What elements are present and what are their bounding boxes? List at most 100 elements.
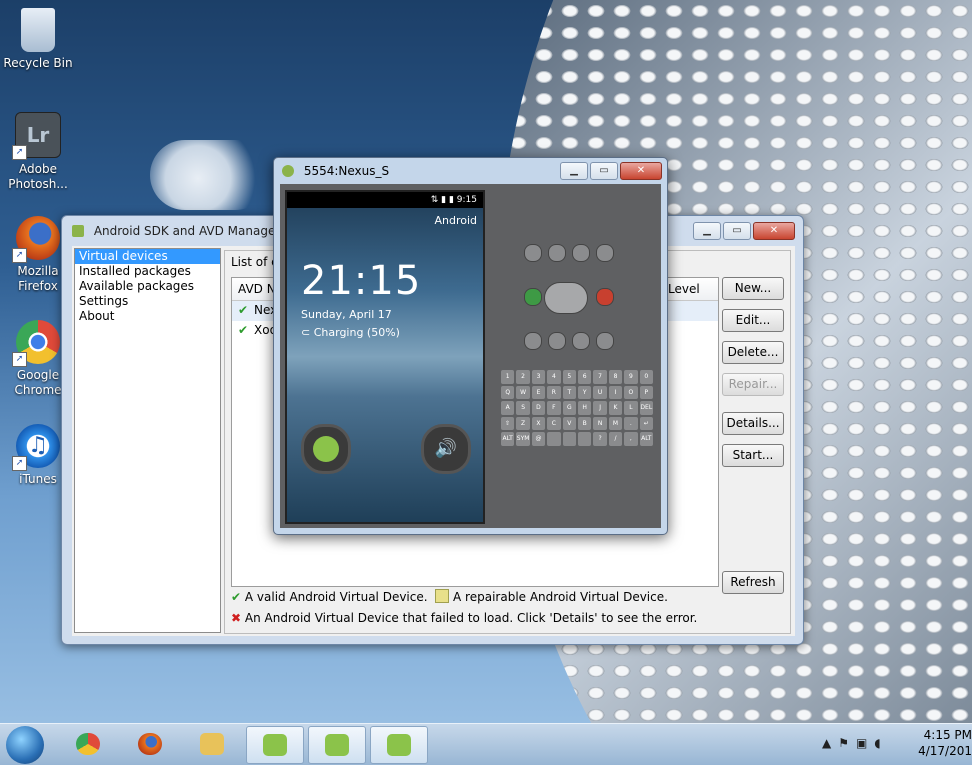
keyboard-key[interactable]: X <box>531 416 546 431</box>
keyboard-key[interactable] <box>547 432 561 446</box>
keyboard-key[interactable]: Y <box>577 385 592 400</box>
keyboard-key[interactable]: R <box>547 385 561 400</box>
show-hidden-icons-icon[interactable]: ▲ <box>822 736 838 750</box>
keyboard-key[interactable]: / <box>608 432 623 446</box>
keyboard-key[interactable]: B <box>577 416 592 431</box>
keyboard-key[interactable]: @ <box>531 432 546 446</box>
nav-item-about[interactable]: About <box>75 309 220 324</box>
desktop-icon-photoshop[interactable]: Lr ➚ Adobe Photosh... <box>3 112 73 192</box>
keyboard-key[interactable]: J <box>593 401 607 415</box>
camera-icon[interactable] <box>524 244 542 262</box>
menu-icon[interactable] <box>548 332 566 350</box>
close-button[interactable]: ✕ <box>620 162 662 180</box>
unlock-slider[interactable] <box>301 424 351 474</box>
keyboard-key[interactable]: W <box>516 385 530 400</box>
emulator-window[interactable]: 5554:Nexus_S ▁ ▭ ✕ ⇅ ▮ ▮ 9:15 Android 21… <box>273 157 668 535</box>
taskbar-android-1[interactable] <box>246 726 304 764</box>
nav-item-installed-packages[interactable]: Installed packages <box>75 264 220 279</box>
keyboard-key[interactable]: 5 <box>562 370 576 384</box>
keyboard-key[interactable] <box>562 432 576 446</box>
keyboard-key[interactable]: E <box>531 385 546 400</box>
volume-up-icon[interactable] <box>572 244 590 262</box>
desktop-icon-recycle-bin[interactable]: Recycle Bin <box>3 8 73 71</box>
keyboard-key[interactable]: 3 <box>531 370 546 384</box>
taskbar-chrome[interactable] <box>60 726 116 762</box>
details-button[interactable]: Details... <box>722 412 784 435</box>
clock[interactable]: 4:15 PM 4/17/201 <box>918 727 972 759</box>
flag-icon[interactable]: ⚑ <box>838 736 856 750</box>
keyboard-key[interactable]: F <box>547 401 561 415</box>
keyboard-key[interactable]: D <box>531 401 546 415</box>
volume-icon[interactable]: ◖ <box>874 736 887 750</box>
keyboard-key[interactable]: G <box>562 401 576 415</box>
keyboard-key[interactable]: U <box>593 385 607 400</box>
refresh-button[interactable]: Refresh <box>722 571 784 594</box>
new-button[interactable]: New... <box>722 277 784 300</box>
call-icon[interactable] <box>524 288 542 306</box>
sound-toggle[interactable]: 🔊 <box>421 424 471 474</box>
column-header-name[interactable]: AVD N <box>238 282 276 296</box>
delete-button[interactable]: Delete... <box>722 341 784 364</box>
keyboard-key[interactable] <box>577 432 592 446</box>
keyboard-key[interactable]: ↵ <box>639 416 653 431</box>
keyboard-key[interactable]: S <box>516 401 530 415</box>
keyboard-key[interactable]: O <box>624 385 638 400</box>
taskbar-sdk-manager[interactable] <box>308 726 366 764</box>
maximize-button[interactable]: ▭ <box>590 162 618 180</box>
dpad[interactable] <box>544 282 588 314</box>
keyboard-key[interactable]: K <box>608 401 623 415</box>
keyboard-key[interactable]: Q <box>501 385 515 400</box>
nav-item-virtual-devices[interactable]: Virtual devices <box>75 249 220 264</box>
volume-down-icon[interactable] <box>548 244 566 262</box>
maximize-button[interactable]: ▭ <box>723 222 751 240</box>
keyboard-key[interactable]: I <box>608 385 623 400</box>
edit-button[interactable]: Edit... <box>722 309 784 332</box>
end-call-icon[interactable] <box>596 288 614 306</box>
search-icon[interactable] <box>596 332 614 350</box>
keyboard-key[interactable]: N <box>593 416 607 431</box>
keyboard-key[interactable]: C <box>547 416 561 431</box>
keyboard-key[interactable]: 1 <box>501 370 515 384</box>
keyboard-key[interactable]: ⇧ <box>501 416 515 431</box>
keyboard-key[interactable]: 9 <box>624 370 638 384</box>
start-button[interactable]: Start... <box>722 444 784 467</box>
keyboard-key[interactable]: 6 <box>577 370 592 384</box>
nav-list[interactable]: Virtual devices Installed packages Avail… <box>74 248 221 633</box>
nav-item-settings[interactable]: Settings <box>75 294 220 309</box>
taskbar-explorer[interactable] <box>184 726 240 762</box>
power-icon[interactable] <box>596 244 614 262</box>
close-button[interactable]: ✕ <box>753 222 795 240</box>
keyboard-key[interactable]: 0 <box>639 370 653 384</box>
start-button[interactable] <box>6 726 44 764</box>
keyboard-key[interactable]: 2 <box>516 370 530 384</box>
network-icon[interactable]: ▣ <box>856 736 874 750</box>
keyboard-key[interactable]: T <box>562 385 576 400</box>
minimize-button[interactable]: ▁ <box>693 222 721 240</box>
keyboard-key[interactable]: V <box>562 416 576 431</box>
keyboard-key[interactable]: . <box>624 416 638 431</box>
keyboard-key[interactable]: , <box>624 432 638 446</box>
keyboard-key[interactable]: A <box>501 401 515 415</box>
minimize-button[interactable]: ▁ <box>560 162 588 180</box>
keyboard-key[interactable]: M <box>608 416 623 431</box>
system-tray-icons[interactable]: ▲⚑▣◖ <box>822 736 888 750</box>
home-icon[interactable] <box>524 332 542 350</box>
taskbar-android-2[interactable] <box>370 726 428 764</box>
keyboard-key[interactable]: ? <box>593 432 607 446</box>
keyboard-key[interactable]: ALT <box>639 432 653 446</box>
keyboard-key[interactable]: 8 <box>608 370 623 384</box>
phone-screen[interactable]: ⇅ ▮ ▮ 9:15 Android 21:15 Sunday, April 1… <box>285 190 485 524</box>
nav-item-available-packages[interactable]: Available packages <box>75 279 220 294</box>
keyboard-key[interactable]: 4 <box>547 370 561 384</box>
repair-button[interactable]: Repair... <box>722 373 784 396</box>
back-icon[interactable] <box>572 332 590 350</box>
keyboard-key[interactable]: DEL <box>639 401 653 415</box>
keyboard-key[interactable]: H <box>577 401 592 415</box>
taskbar-firefox[interactable] <box>122 726 178 762</box>
column-header-level[interactable]: Level <box>668 282 700 296</box>
keyboard-key[interactable]: L <box>624 401 638 415</box>
keyboard-key[interactable]: P <box>639 385 653 400</box>
keyboard-key[interactable]: 7 <box>593 370 607 384</box>
keyboard-key[interactable]: Z <box>516 416 530 431</box>
keyboard-key[interactable]: SYM <box>516 432 530 446</box>
